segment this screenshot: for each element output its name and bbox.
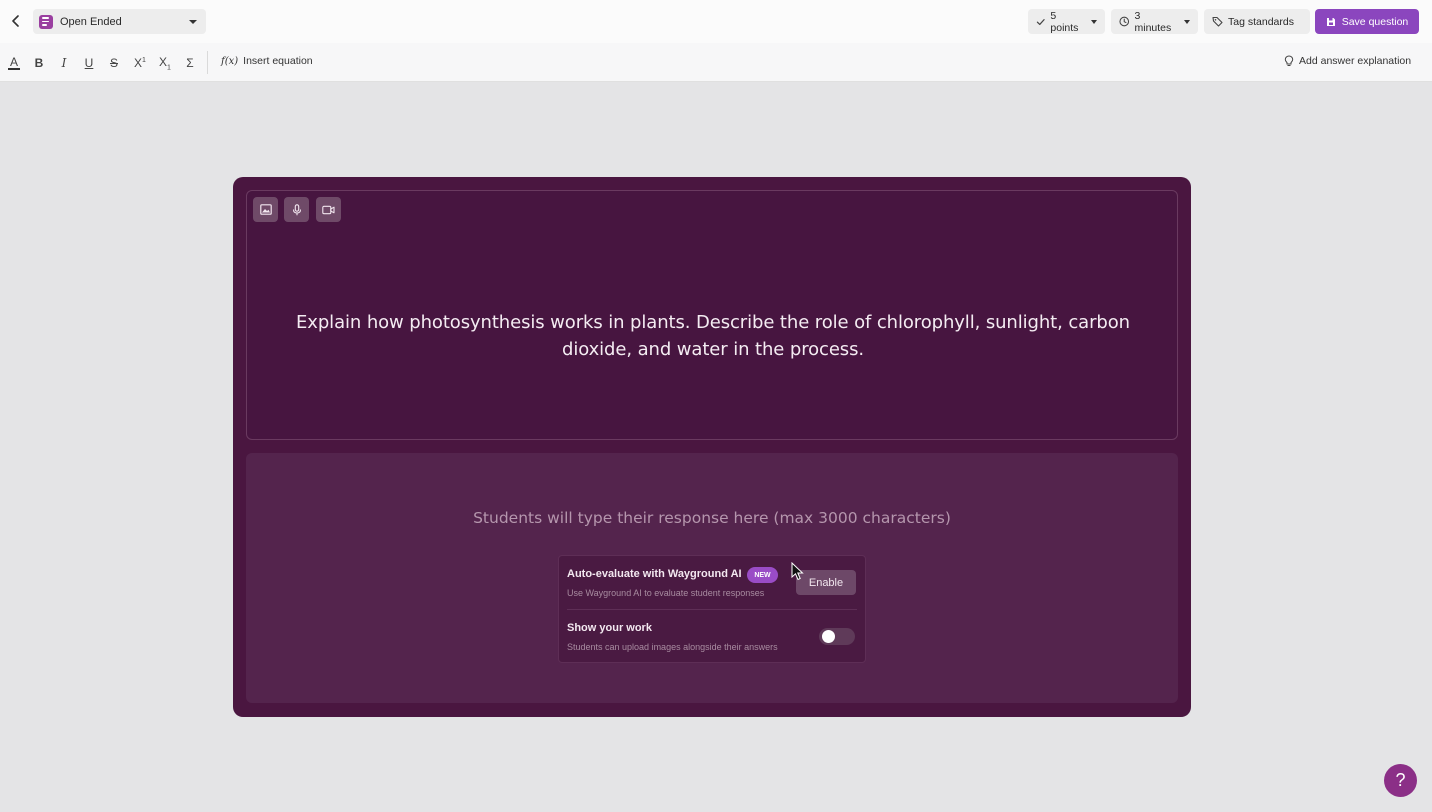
add-answer-explanation-button[interactable]: Add answer explanation: [1284, 55, 1411, 67]
sigma-icon: Σ: [186, 56, 194, 70]
back-button[interactable]: [5, 10, 27, 32]
answer-area: Students will type their response here (…: [246, 453, 1178, 703]
save-question-button[interactable]: Save question: [1315, 9, 1419, 34]
bold-icon: B: [34, 56, 44, 70]
insert-equation-button[interactable]: f(x) Insert equation: [221, 55, 313, 67]
sum-button[interactable]: Σ: [180, 53, 200, 73]
answer-options-panel: Auto-evaluate with Wayground AI NEW Use …: [558, 555, 866, 663]
question-card: Explain how photosynthesis works in plan…: [233, 177, 1191, 717]
time-label: 3 minutes: [1134, 9, 1172, 34]
caret-down-icon: [1091, 19, 1097, 24]
subscript-icon: X1: [159, 54, 171, 72]
caret-down-icon: [1184, 19, 1190, 24]
tag-standards-button[interactable]: Tag standards: [1204, 9, 1310, 34]
new-badge: NEW: [747, 567, 778, 583]
chevron-left-icon: [12, 15, 19, 27]
image-icon: [259, 204, 272, 215]
question-type-dropdown[interactable]: Open Ended: [33, 9, 206, 34]
answer-placeholder: Students will type their response here (…: [473, 509, 951, 527]
auto-evaluate-title: Auto-evaluate with Wayground AI: [567, 568, 742, 580]
format-toolbar: A B I U S X1 X1 Σ f(x) Insert equation A…: [0, 43, 1432, 82]
clock-icon: [1119, 16, 1130, 27]
bold-button[interactable]: B: [29, 53, 49, 73]
question-text[interactable]: Explain how photosynthesis works in plan…: [267, 309, 1159, 363]
italic-icon: I: [61, 56, 67, 70]
check-icon: [1036, 18, 1045, 25]
add-audio-button[interactable]: [284, 197, 309, 222]
underline-button[interactable]: U: [79, 53, 99, 73]
strikethrough-button[interactable]: S: [104, 53, 124, 73]
underline-icon: U: [84, 56, 94, 70]
insert-equation-label: Insert equation: [243, 55, 313, 67]
caret-down-icon: [189, 20, 197, 24]
superscript-icon: X1: [134, 56, 146, 70]
question-editor[interactable]: Explain how photosynthesis works in plan…: [246, 190, 1178, 440]
show-work-title: Show your work: [567, 622, 652, 634]
tag-standards-label: Tag standards: [1228, 15, 1294, 28]
show-work-toggle[interactable]: [819, 628, 855, 645]
tag-icon: [1212, 16, 1223, 27]
points-dropdown[interactable]: 5 points: [1028, 9, 1105, 34]
text-color-icon: A: [7, 55, 20, 70]
top-bar: Open Ended 5 points 3 minutes Tag standa…: [0, 0, 1432, 43]
help-button[interactable]: ?: [1384, 764, 1417, 797]
show-work-description: Students can upload images alongside the…: [567, 642, 778, 652]
question-type-label: Open Ended: [60, 15, 122, 28]
options-divider: [567, 609, 857, 610]
time-dropdown[interactable]: 3 minutes: [1111, 9, 1198, 34]
toggle-knob: [822, 630, 835, 643]
video-icon: [322, 205, 335, 214]
add-video-button[interactable]: [316, 197, 341, 222]
enable-auto-evaluate-button[interactable]: Enable: [796, 570, 856, 595]
microphone-icon: [292, 203, 301, 215]
subscript-button[interactable]: X1: [155, 53, 175, 73]
auto-evaluate-description: Use Wayground AI to evaluate student res…: [567, 588, 765, 598]
function-icon: f(x): [221, 55, 239, 67]
mouse-cursor-icon: [791, 562, 804, 581]
text-color-button[interactable]: A: [4, 53, 24, 73]
italic-button[interactable]: I: [54, 53, 74, 73]
lightbulb-icon: [1284, 55, 1294, 66]
toolbar-divider: [207, 51, 208, 74]
add-explanation-label: Add answer explanation: [1299, 55, 1412, 67]
open-ended-icon: [39, 14, 53, 29]
save-icon: [1326, 17, 1335, 26]
add-image-button[interactable]: [253, 197, 278, 222]
save-question-label: Save question: [1341, 15, 1409, 28]
superscript-button[interactable]: X1: [130, 53, 150, 73]
strikethrough-icon: S: [109, 56, 118, 70]
points-label: 5 points: [1050, 9, 1079, 34]
